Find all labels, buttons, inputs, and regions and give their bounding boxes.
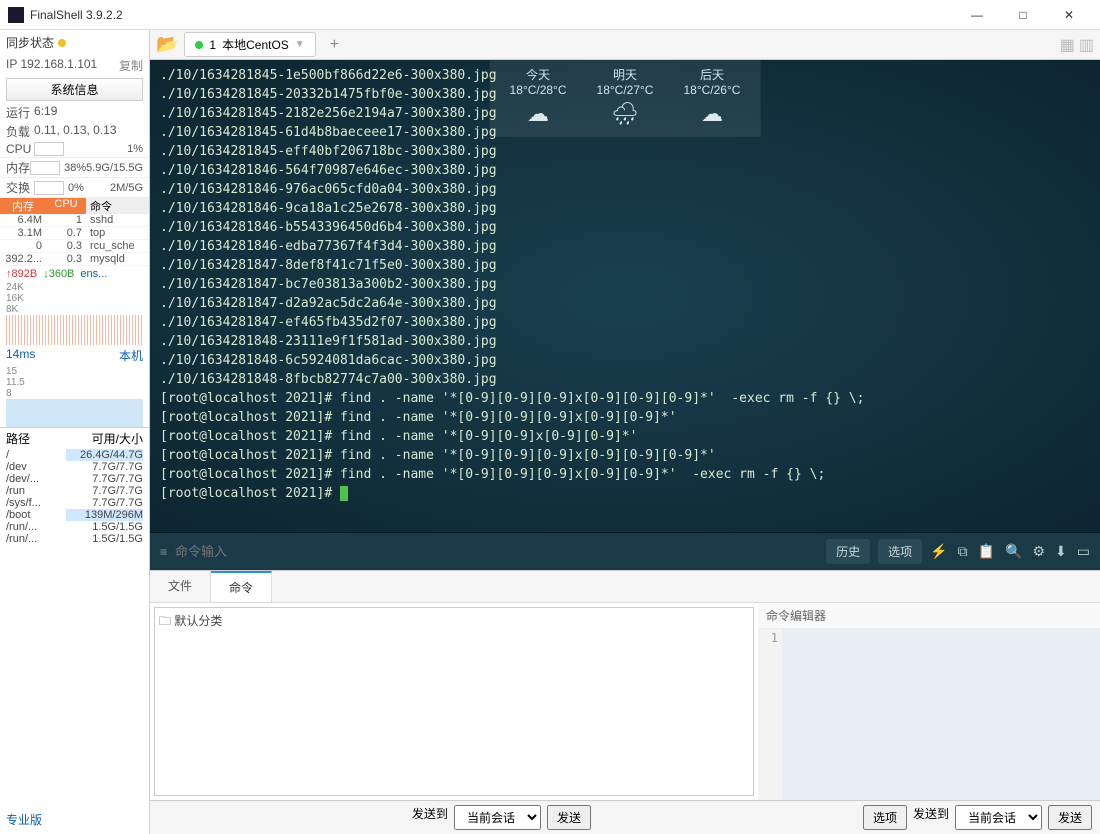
command-input-bar: ≡ 历史 选项 ⚡ ⧉ 📋 🔍 ⚙ ⬇ ▭ [150,532,1100,570]
disk-row[interactable]: /dev/...7.7G/7.7G [0,473,149,485]
bottom-tabs: 文件 命令 [150,570,1100,602]
close-button[interactable]: ✕ [1046,0,1092,30]
cloud-icon: ☁ [510,101,567,127]
grid-view-icon[interactable]: ▦ [1060,35,1075,55]
sync-dot-icon [58,39,66,47]
maximize-button[interactable]: □ [1000,0,1046,30]
command-input[interactable] [175,544,818,559]
window-title: FinalShell 3.9.2.2 [30,8,954,22]
split-view-icon[interactable]: ▥ [1079,35,1094,55]
paste-icon[interactable]: 📋 [978,543,995,560]
latency-sparkline [6,399,143,427]
cloud-icon: ☁ [683,101,740,127]
pro-version-link[interactable]: 专业版 [0,805,149,834]
options-button-right[interactable]: 选项 [863,805,907,830]
copy-ip-link[interactable]: 复制 [119,57,143,74]
swap-meter: 交换 0% 2M/5G [0,178,149,198]
tab-bar: 📂 1 本地CentOS ▼ + ▦ ▥ [150,30,1100,60]
folder-icon[interactable]: 📂 [156,34,178,55]
download-icon[interactable]: ⬇ [1055,543,1067,560]
command-tree[interactable]: 🗀 默认分类 [154,607,754,796]
sidebar: 同步状态 IP 192.168.1.101 复制 系统信息 运行 6:19 负载… [0,30,150,834]
minimize-button[interactable]: — [954,0,1000,30]
bottom-bar: 发送到 当前会话 发送 选项 发送到 当前会话 发送 [150,800,1100,834]
sync-label: 同步状态 [6,34,54,51]
add-tab-button[interactable]: + [322,36,347,54]
disk-row[interactable]: /run/...1.5G/1.5G [0,521,149,533]
tab-file[interactable]: 文件 [150,571,211,602]
editor-textarea[interactable] [782,629,1100,800]
fullscreen-icon[interactable]: ▭ [1077,543,1090,560]
disk-row[interactable]: /boot139M/296M [0,509,149,521]
send-button-right[interactable]: 发送 [1048,805,1092,830]
search-icon[interactable]: 🔍 [1005,543,1022,560]
connection-tab[interactable]: 1 本地CentOS ▼ [184,32,315,57]
disk-row[interactable]: /26.4G/44.7G [0,449,149,461]
tab-command[interactable]: 命令 [211,571,272,602]
disk-row[interactable]: /sys/f...7.7G/7.7G [0,497,149,509]
process-header: 内存 CPU 命令 [0,198,149,214]
process-row[interactable]: 392.2...0.3mysqld [0,253,149,266]
disk-row[interactable]: /run/...1.5G/1.5G [0,533,149,545]
disk-row[interactable]: /run7.7G/7.7G [0,485,149,497]
tree-node-default: 🗀 默认分类 [159,612,749,633]
net-sparkline [6,315,143,345]
send-button-left[interactable]: 发送 [547,805,591,830]
bolt-icon[interactable]: ⚡ [930,543,947,560]
disk-row[interactable]: /dev7.7G/7.7G [0,461,149,473]
net-row: ↑892B ↓360B ens... [0,266,149,282]
gear-icon[interactable]: ⚙ [1032,543,1045,560]
rain-icon: 🌧 [597,101,654,127]
disk-header: 路径 可用/大小 [0,427,149,449]
titlebar: FinalShell 3.9.2.2 — □ ✕ [0,0,1100,30]
sysinfo-button[interactable]: 系统信息 [6,78,143,101]
send-target-select-left[interactable]: 当前会话 [454,805,541,830]
ip-row: IP 192.168.1.101 复制 [0,55,149,76]
cpu-meter: CPU 1% [0,141,149,158]
sync-status: 同步状态 [0,30,149,55]
send-target-select-right[interactable]: 当前会话 [955,805,1042,830]
app-icon [8,7,24,23]
command-editor: 命令编辑器 1 [758,603,1100,800]
latency-row: 14ms 本机 [0,345,149,366]
options-button[interactable]: 选项 [878,539,922,564]
copy-icon[interactable]: ⧉ [958,543,968,560]
status-dot-icon [195,41,203,49]
history-button[interactable]: 历史 [826,539,870,564]
prompt-icon: ≡ [160,545,167,559]
process-row[interactable]: 3.1M0.7top [0,227,149,240]
process-row[interactable]: 6.4M1sshd [0,214,149,227]
weather-widget: 今天18°C/28°C☁ 明天18°C/27°C🌧 后天18°C/26°C☁ [490,60,761,137]
process-row[interactable]: 00.3rcu_sche [0,240,149,253]
mem-meter: 内存 38% 5.9G/15.5G [0,158,149,178]
